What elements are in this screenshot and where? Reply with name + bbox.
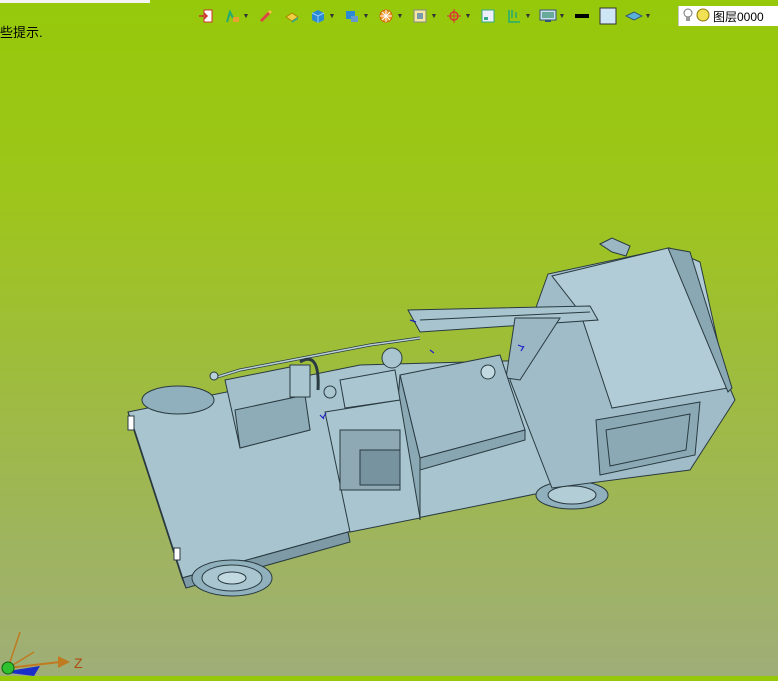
vehicle-model[interactable] xyxy=(127,237,736,597)
cad-viewport[interactable] xyxy=(0,0,778,676)
rear-wheel-top xyxy=(141,385,215,415)
axis-z-label: Z xyxy=(74,655,83,671)
axis-triad-icon: Z xyxy=(1,631,83,676)
axis-triad: Z xyxy=(0,622,100,676)
